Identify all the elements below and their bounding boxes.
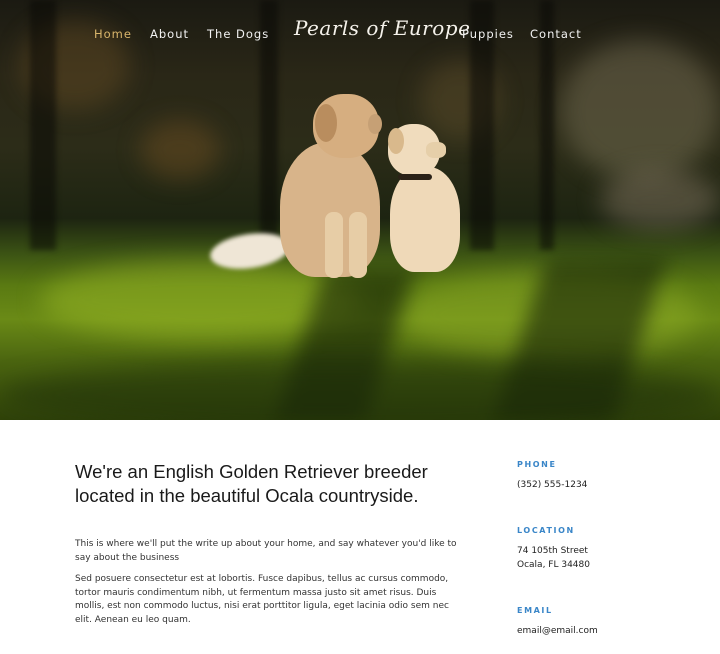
address-line2: Ocala, FL 34480 — [517, 560, 590, 570]
top-navigation: Home About The Dogs Pearls of Europe Pup… — [0, 0, 720, 70]
main-content: We're an English Golden Retriever breede… — [0, 420, 720, 654]
body-paragraph: Sed posuere consectetur est at lobortis.… — [75, 574, 449, 625]
address-line1: 74 105th Street — [517, 546, 588, 556]
phone-label: PHONE — [517, 460, 557, 469]
nav-puppies-link[interactable]: Puppies — [462, 27, 514, 41]
nav-the-dogs-link[interactable]: The Dogs — [207, 27, 269, 41]
phone-value[interactable]: (352) 555-1234 — [517, 479, 587, 493]
labrador-dog — [380, 122, 470, 277]
nav-home-link[interactable]: Home — [94, 27, 132, 41]
intro-paragraph: This is where we'll put the write up abo… — [75, 539, 457, 563]
location-label: LOCATION — [517, 526, 575, 535]
email-label: EMAIL — [517, 606, 553, 615]
golden-retriever-dog — [205, 92, 395, 282]
site-logo[interactable]: Pearls of Europe — [294, 16, 470, 40]
page-headline: We're an English Golden Retriever breede… — [75, 461, 428, 506]
email-value[interactable]: email@email.com — [517, 625, 598, 639]
nav-about-link[interactable]: About — [150, 27, 189, 41]
nav-contact-link[interactable]: Contact — [530, 27, 582, 41]
